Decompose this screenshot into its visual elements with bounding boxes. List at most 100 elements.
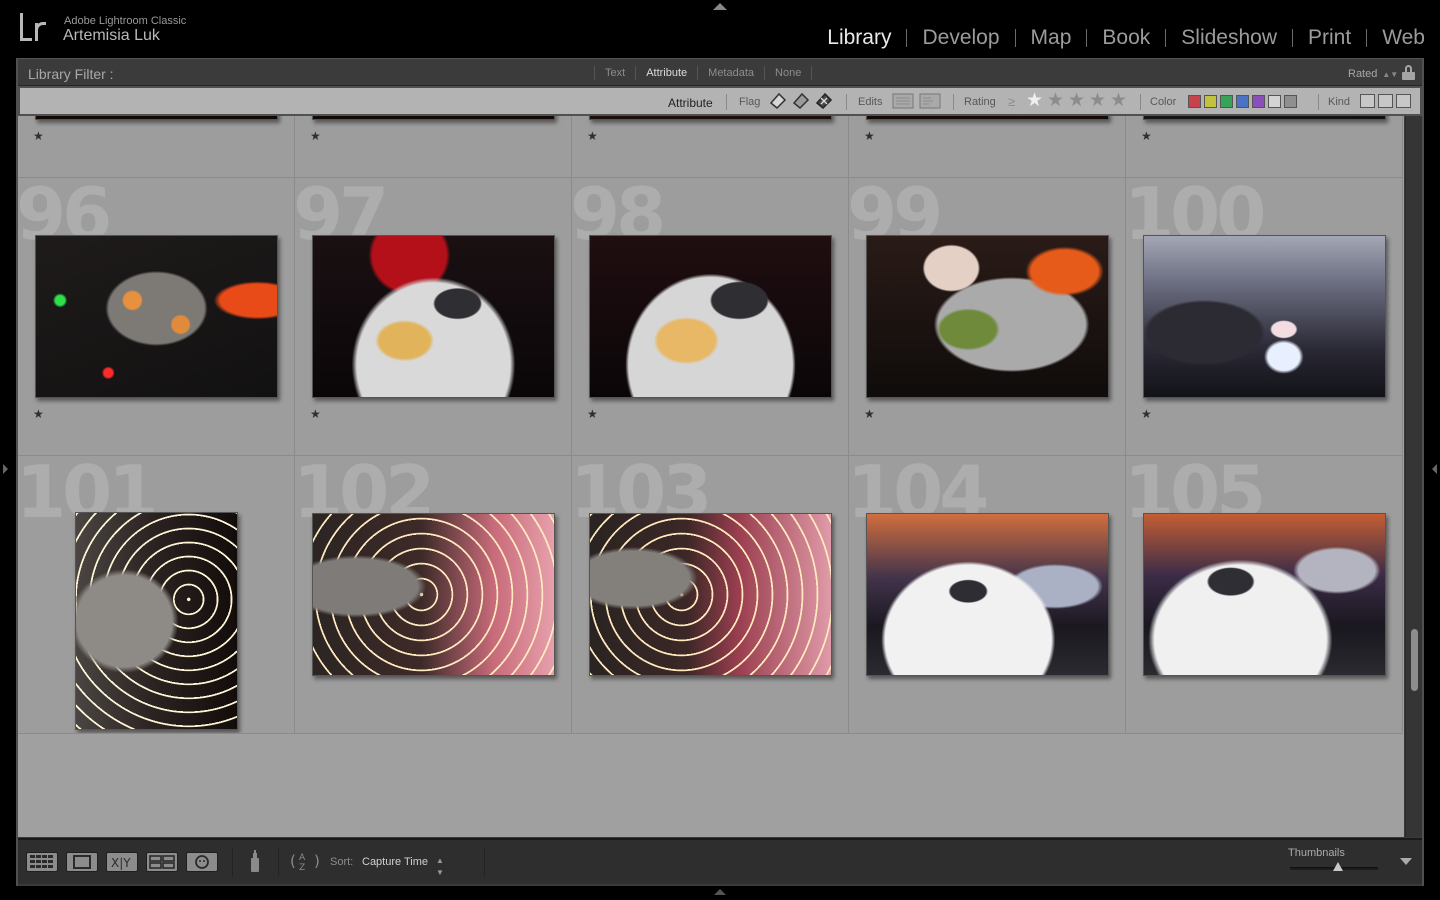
- unedited-icon[interactable]: [919, 93, 941, 109]
- grid-cell[interactable]: 102: [295, 456, 572, 734]
- kind-virtual-copies-icon[interactable]: [1378, 94, 1393, 108]
- module-develop[interactable]: Develop: [907, 26, 1014, 50]
- painter-spray-can-icon[interactable]: [248, 850, 262, 874]
- photo-thumbnail[interactable]: [35, 116, 278, 120]
- svg-text:X|Y: X|Y: [111, 856, 131, 870]
- thumbnail-rating-star[interactable]: ★: [587, 129, 598, 143]
- color-label-swatch[interactable]: [1220, 95, 1233, 108]
- updown-arrow-icon: ▲▼: [436, 856, 444, 877]
- people-view-button[interactable]: [186, 852, 218, 872]
- photo-thumbnail[interactable]: [35, 235, 278, 398]
- color-label-swatch[interactable]: [1284, 95, 1297, 108]
- photo-thumbnail[interactable]: [1143, 116, 1386, 120]
- survey-view-button[interactable]: [146, 852, 178, 872]
- grid-scroll-thumb[interactable]: [1411, 629, 1418, 691]
- filter-tabs: Text Attribute Metadata None: [594, 65, 813, 81]
- filter-tab-text[interactable]: Text: [595, 67, 635, 79]
- grid-cell[interactable]: 105: [1126, 456, 1403, 734]
- photo-thumbnail[interactable]: [866, 235, 1109, 398]
- thumbnail-rating-star[interactable]: ★: [1141, 407, 1152, 421]
- module-library[interactable]: Library: [812, 26, 906, 50]
- photo-thumbnail[interactable]: [866, 513, 1109, 676]
- module-picker: Library Develop Map Book Slideshow Print Web: [812, 24, 1440, 52]
- grid-cell[interactable]: 97 ★: [295, 178, 572, 456]
- color-label-swatch[interactable]: [1188, 95, 1201, 108]
- color-label-swatch[interactable]: [1236, 95, 1249, 108]
- grid-cell[interactable]: ★: [295, 116, 572, 178]
- photo-thumbnail[interactable]: [589, 513, 832, 676]
- left-panel-toggle-icon[interactable]: [3, 464, 8, 474]
- unflagged-icon[interactable]: [791, 91, 811, 111]
- compare-view-button[interactable]: X|Y: [106, 852, 138, 872]
- thumbnail-rating-star[interactable]: ★: [33, 407, 44, 421]
- grid-scrollbar[interactable]: [1405, 116, 1422, 837]
- filter-preset-select[interactable]: Rated ▲▼: [1348, 68, 1398, 80]
- right-panel-toggle-icon[interactable]: [1432, 464, 1437, 474]
- grid-cell[interactable]: 101: [18, 456, 295, 734]
- filmstrip-toggle-icon[interactable]: [714, 889, 726, 895]
- grid-view-button[interactable]: [26, 852, 58, 872]
- color-label-swatch[interactable]: [1204, 95, 1217, 108]
- color-label-swatch[interactable]: [1268, 95, 1281, 108]
- kind-videos-icon[interactable]: [1396, 94, 1411, 108]
- thumbnail-rating-star[interactable]: ★: [864, 407, 875, 421]
- photo-thumbnail[interactable]: [589, 235, 832, 398]
- kind-master-photos-icon[interactable]: [1360, 94, 1375, 108]
- thumbnail-rating-star[interactable]: ★: [1141, 129, 1152, 143]
- photo-thumbnail[interactable]: [312, 235, 555, 398]
- grid-cell[interactable]: 2★: [849, 116, 1126, 178]
- grid-cell[interactable]: 103: [572, 456, 849, 734]
- thumbnail-size-slider-knob[interactable]: [1333, 862, 1344, 871]
- grid-cell[interactable]: ★: [1126, 116, 1403, 178]
- thumbnail-rating-star[interactable]: ★: [587, 407, 598, 421]
- flag-label: Flag: [739, 96, 761, 108]
- top-panel-toggle-icon[interactable]: [713, 3, 727, 10]
- filter-preset-value: Rated: [1348, 68, 1378, 80]
- photo-thumbnail[interactable]: [75, 512, 238, 730]
- photo-thumbnail[interactable]: [312, 116, 555, 120]
- thumbnail-rating-star[interactable]: ★: [310, 129, 321, 143]
- grid-cell[interactable]: 98 ★: [572, 178, 849, 456]
- survey-view-icon: [149, 855, 175, 869]
- module-book[interactable]: Book: [1087, 26, 1165, 50]
- rating-star-5-icon[interactable]: ★: [1110, 90, 1127, 112]
- sort-direction-icon[interactable]: (AZ): [290, 849, 324, 873]
- lock-icon[interactable]: [1402, 65, 1415, 80]
- module-map[interactable]: Map: [1016, 26, 1087, 50]
- filter-tab-none[interactable]: None: [765, 67, 811, 79]
- grid-cell[interactable]: 104: [849, 456, 1126, 734]
- loupe-view-button[interactable]: [66, 852, 98, 872]
- thumbnail-grid: ★★★2★★96★97★98★99★100★101102103104105: [18, 116, 1404, 837]
- grid-cell[interactable]: 99 ★: [849, 178, 1126, 456]
- grid-cell[interactable]: 96 ★: [18, 178, 295, 456]
- rating-star-2-icon[interactable]: ★: [1047, 90, 1064, 112]
- photo-thumbnail[interactable]: [1143, 513, 1386, 676]
- photo-thumbnail[interactable]: [312, 513, 555, 676]
- rating-star-4-icon[interactable]: ★: [1089, 90, 1106, 112]
- module-print[interactable]: Print: [1293, 26, 1366, 50]
- thumbnail-rating-star[interactable]: ★: [864, 129, 875, 143]
- module-slideshow[interactable]: Slideshow: [1166, 26, 1292, 50]
- color-label-swatch[interactable]: [1252, 95, 1265, 108]
- photo-thumbnail[interactable]: [1143, 235, 1386, 398]
- filter-tab-metadata[interactable]: Metadata: [698, 67, 764, 79]
- rating-star-1-icon[interactable]: ★: [1026, 90, 1043, 112]
- product-name: Adobe Lightroom Classic: [64, 15, 187, 27]
- photo-thumbnail[interactable]: [589, 116, 832, 120]
- filter-tab-attribute[interactable]: Attribute: [636, 67, 697, 79]
- photo-thumbnail[interactable]: [866, 116, 1109, 120]
- rating-operator[interactable]: ≥: [1008, 94, 1015, 109]
- thumbnail-rating-star[interactable]: ★: [33, 129, 44, 143]
- sort-criteria-select[interactable]: Capture Time: [362, 856, 428, 868]
- edited-icon[interactable]: [892, 93, 914, 109]
- grid-cell[interactable]: ★: [572, 116, 849, 178]
- reject-flag-icon[interactable]: [814, 91, 834, 111]
- module-web[interactable]: Web: [1367, 26, 1440, 50]
- thumbnail-rating-star[interactable]: ★: [310, 407, 321, 421]
- toolbar-content-menu-icon[interactable]: [1400, 858, 1412, 865]
- grid-cell[interactable]: 100 ★: [1126, 178, 1403, 456]
- identity-plate-bar: Adobe Lightroom Classic Artemisia Luk Li…: [0, 0, 1440, 58]
- rating-star-3-icon[interactable]: ★: [1068, 90, 1085, 112]
- grid-cell[interactable]: ★: [18, 116, 295, 178]
- pick-flag-icon[interactable]: [768, 91, 788, 111]
